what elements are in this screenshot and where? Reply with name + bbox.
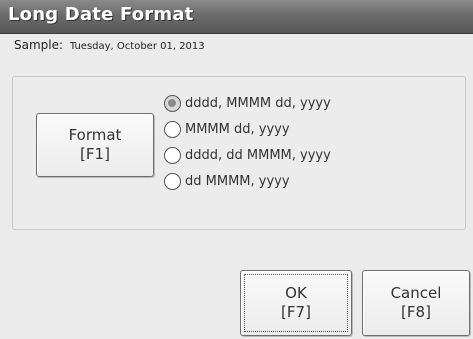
radio-label: dddd, dd MMMM, yyyy [185, 147, 331, 163]
radio-selected-icon[interactable] [164, 94, 181, 112]
radio-label: dddd, MMMM dd, yyyy [185, 95, 331, 111]
radio-option[interactable]: dddd, MMMM dd, yyyy [164, 90, 331, 116]
format-button[interactable]: Format [F1] [36, 113, 154, 177]
sample-value: Tuesday, October 01, 2013 [69, 41, 205, 52]
focus-ring [244, 274, 348, 332]
radio-option[interactable]: MMMM dd, yyyy [164, 116, 331, 142]
sample-label: Sample: [14, 38, 64, 52]
radio-unselected-icon[interactable] [164, 146, 181, 164]
format-button-key: [F1] [80, 145, 110, 163]
cancel-button[interactable]: Cancel [F8] [362, 270, 470, 336]
radio-option[interactable]: dddd, dd MMMM, yyyy [164, 142, 331, 168]
title-bar: Long Date Format [0, 0, 473, 34]
format-radio-list: dddd, MMMM dd, yyyy MMMM dd, yyyy dddd, … [164, 90, 331, 194]
radio-option[interactable]: dd MMMM, yyyy [164, 168, 331, 194]
radio-unselected-icon[interactable] [164, 172, 181, 190]
cancel-button-key: [F8] [401, 303, 431, 321]
cancel-button-label: Cancel [390, 284, 442, 302]
radio-unselected-icon[interactable] [164, 120, 181, 138]
sample-row: Sample: Tuesday, October 01, 2013 [14, 38, 205, 52]
radio-label: dd MMMM, yyyy [185, 173, 290, 189]
radio-label: MMMM dd, yyyy [185, 121, 290, 137]
dialog-title: Long Date Format [8, 4, 194, 25]
ok-button[interactable]: OK [F7] [240, 270, 352, 336]
format-button-label: Format [68, 126, 122, 144]
